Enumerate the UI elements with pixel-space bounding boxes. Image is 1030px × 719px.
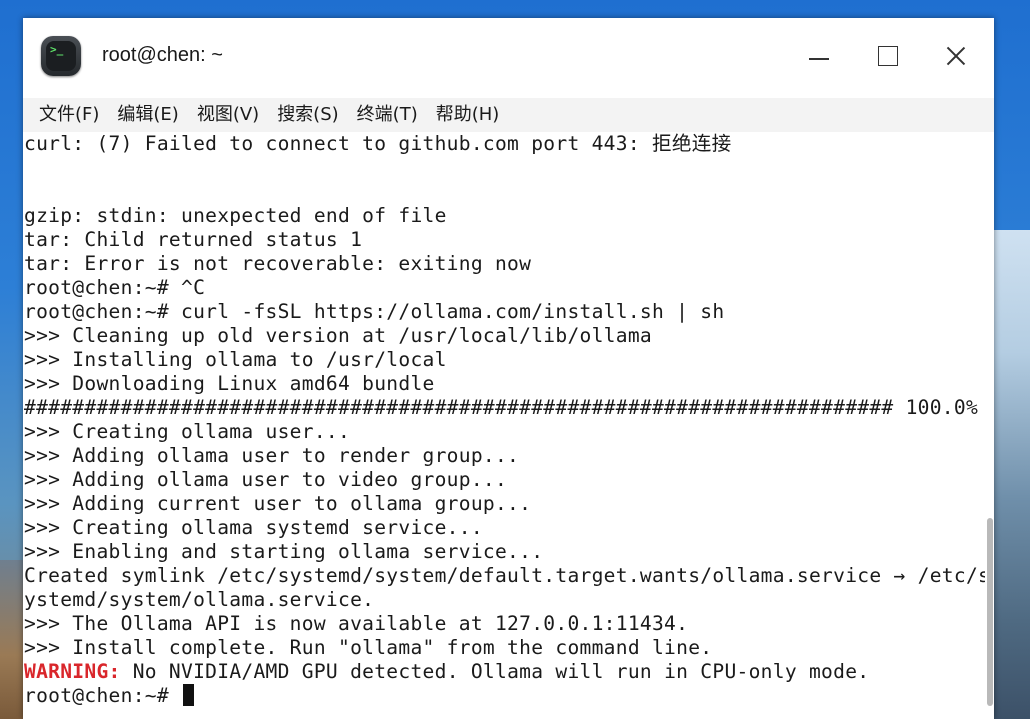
menu-edit[interactable]: 编辑(E) [108,98,187,132]
title-bar[interactable]: >_ root@chen: ~ [23,18,994,98]
terminal-line: >>> Cleaning up old version at /usr/loca… [24,324,652,347]
terminal-line: root@chen:~# ^C [24,276,206,299]
window-title: root@chen: ~ [102,44,223,66]
terminal-line: ystemd/system/ollama.service. [24,588,375,611]
menu-file[interactable]: 文件(F) [30,98,108,132]
minimize-button[interactable] [799,38,839,74]
terminal-icon: >_ [41,36,81,76]
minimize-icon [809,58,829,60]
text-cursor [183,684,194,706]
terminal-line: >>> Downloading Linux amd64 bundle [24,372,435,395]
shell-prompt: root@chen:~# [24,684,181,707]
menu-search[interactable]: 搜索(S) [268,98,347,132]
terminal-output[interactable]: curl: (7) Failed to connect to github.co… [23,132,985,719]
warning-text: No NVIDIA/AMD GPU detected. Ollama will … [120,660,870,683]
terminal-line: gzip: stdin: unexpected end of file [24,204,447,227]
menu-bar: 文件(F) 编辑(E) 视图(V) 搜索(S) 终端(T) 帮助(H) [23,98,994,132]
warning-label: WARNING: [24,660,121,683]
terminal-line: >>> Creating ollama user... [24,420,351,443]
close-button[interactable] [936,38,976,74]
menu-terminal[interactable]: 终端(T) [348,98,427,132]
terminal-line: >>> Adding current user to ollama group.… [24,492,532,515]
wallpaper-mountain-right [990,230,1030,719]
menu-help[interactable]: 帮助(H) [427,98,509,132]
warning-line: WARNING: No NVIDIA/AMD GPU detected. Oll… [23,660,985,684]
terminal-line: >>> The Ollama API is now available at 1… [24,612,689,635]
scrollbar-thumb[interactable] [987,518,993,706]
maximize-icon [878,46,898,66]
terminal-line: >>> Adding ollama user to render group..… [24,444,520,467]
terminal-line: tar: Child returned status 1 [24,228,363,251]
terminal-icon-prompt: >_ [50,43,64,56]
progress-line: ########################################… [24,396,979,419]
terminal-line: tar: Error is not recoverable: exiting n… [24,252,532,275]
terminal-line: >>> Creating ollama systemd service... [24,516,483,539]
terminal-line: curl: (7) Failed to connect to github.co… [24,132,732,155]
terminal-line: >>> Enabling and starting ollama service… [24,540,544,563]
prompt-line[interactable]: root@chen:~# [23,684,985,708]
terminal-line: >>> Install complete. Run "ollama" from … [24,636,713,659]
maximize-button[interactable] [868,38,908,74]
terminal-window: >_ root@chen: ~ 文件(F) 编辑(E) 视图(V) 搜索(S) … [23,18,994,719]
menu-view[interactable]: 视图(V) [188,98,268,132]
terminal-line: Created symlink /etc/systemd/system/defa… [24,564,985,587]
terminal-line: >>> Adding ollama user to video group... [24,468,508,491]
terminal-line: >>> Installing ollama to /usr/local [24,348,447,371]
terminal-line: root@chen:~# curl -fsSL https://ollama.c… [24,300,725,323]
close-icon [945,45,967,67]
